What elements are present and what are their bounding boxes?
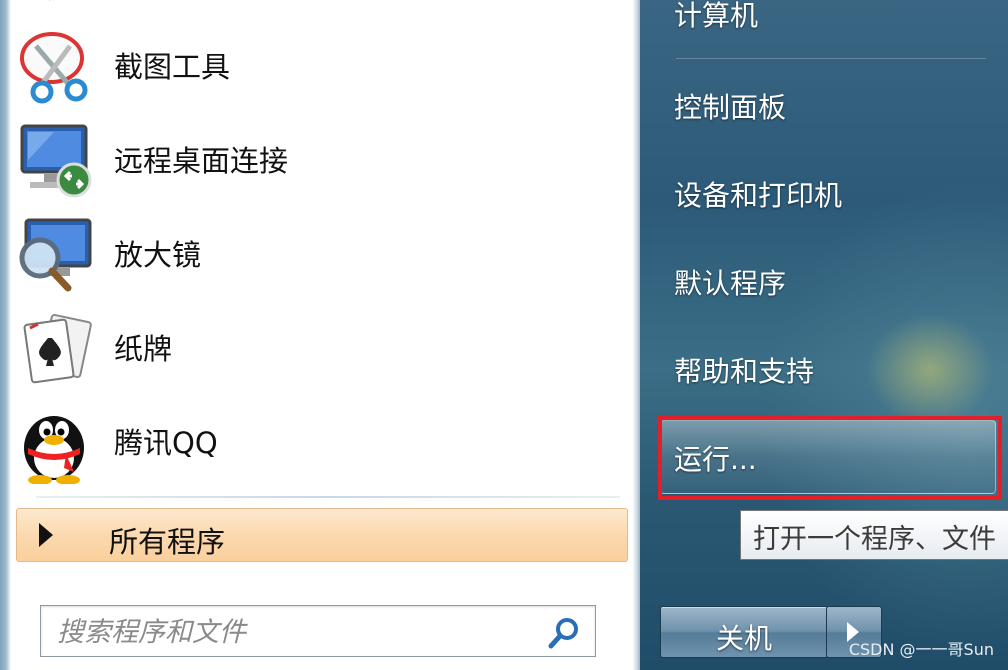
magnifier-icon [19, 218, 92, 292]
right-item-devices-printers[interactable]: 设备和打印机 [674, 174, 842, 214]
program-item-remote-desktop[interactable]: 远程桌面连接 [14, 112, 614, 204]
all-programs-button[interactable]: 所有程序 [16, 508, 628, 562]
search-icon[interactable] [547, 616, 581, 650]
program-label: 远程桌面连接 [114, 144, 289, 178]
all-programs-label: 所有程序 [109, 525, 226, 559]
shutdown-button[interactable]: 关机 [660, 606, 828, 658]
search-box[interactable] [40, 605, 596, 657]
tooltip-text: 打开一个程序、文件 [753, 524, 996, 555]
divider [676, 58, 986, 59]
shutdown-label: 关机 [715, 622, 772, 655]
program-label: 纸牌 [114, 332, 173, 366]
program-label: 截图工具 [114, 50, 231, 84]
run-tooltip: 打开一个程序、文件 [740, 510, 1008, 560]
start-menu-right-panel: 计算机 控制面板 设备和打印机 默认程序 帮助和支持 运行... [640, 0, 1008, 670]
right-item-computer[interactable]: 计算机 [674, 0, 758, 34]
partial-program-icon [49, 0, 51, 1]
qq-penguin-icon [24, 416, 84, 484]
program-item-snipping-tool[interactable]: 截图工具 [14, 18, 614, 110]
remote-desktop-icon [20, 124, 92, 198]
snipping-tool-icon [20, 32, 88, 104]
program-label: 放大镜 [114, 238, 202, 272]
divider [36, 496, 620, 498]
right-item-control-panel[interactable]: 控制面板 [674, 86, 786, 126]
program-item-magnifier[interactable]: 放大镜 [14, 206, 614, 298]
program-label: 腾讯QQ [114, 426, 218, 460]
right-item-run[interactable]: 运行... [674, 438, 757, 478]
triangle-right-icon [39, 523, 53, 547]
solitaire-icon [23, 314, 92, 384]
program-item-solitaire[interactable]: 纸牌 [14, 300, 614, 392]
watermark: CSDN @一一哥Sun [848, 640, 994, 659]
search-input[interactable] [55, 612, 539, 652]
right-item-default-programs[interactable]: 默认程序 [674, 262, 786, 302]
right-item-help-support[interactable]: 帮助和支持 [674, 350, 814, 390]
program-item-qq[interactable]: 腾讯QQ [14, 394, 614, 486]
